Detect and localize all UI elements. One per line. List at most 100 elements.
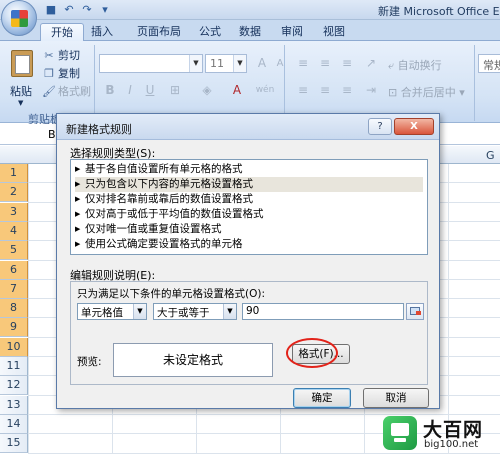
chevron-down-icon: ▼ xyxy=(189,55,202,72)
row-header[interactable]: 11 xyxy=(0,357,28,376)
row-header[interactable]: 6 xyxy=(0,260,28,280)
group-separator xyxy=(474,45,475,121)
tab-insert[interactable]: 插入 xyxy=(86,23,118,41)
paste-sheet-icon xyxy=(15,55,30,74)
borders-icon[interactable]: ⊞ xyxy=(164,81,186,100)
help-button[interactable]: ? xyxy=(368,118,392,135)
tab-home[interactable]: 开始 xyxy=(40,23,84,41)
close-button[interactable]: X xyxy=(394,118,434,135)
rule-type-text: 只为包含以下内容的单元格设置格式 xyxy=(85,178,253,190)
rule-type-text: 仅对高于或低于平均值的数值设置格式 xyxy=(85,208,264,220)
copy-button[interactable]: ❐ 复制 xyxy=(42,65,80,81)
wrap-text-label: 自动换行 xyxy=(397,59,442,72)
arrow-right-icon: ▶ xyxy=(75,180,81,188)
save-icon[interactable]: ■ xyxy=(44,3,58,17)
redo-icon[interactable]: ↷ xyxy=(80,3,94,17)
font-name-combo[interactable]: ▼ xyxy=(99,54,203,73)
dialog-title: 新建格式规则 xyxy=(66,123,132,136)
merge-icon: ⊡ xyxy=(388,86,398,99)
row-header[interactable]: 5 xyxy=(0,241,28,261)
rule-type-text: 仅对排名靠前或靠后的数值设置格式 xyxy=(85,193,253,205)
font-size-combo[interactable]: 11 ▼ xyxy=(205,54,247,73)
ok-button[interactable]: 确定 xyxy=(293,388,351,408)
align-right-icon[interactable]: ≡ xyxy=(336,81,358,100)
merge-center-button[interactable]: ⊡ 合并后居中 ▾ xyxy=(388,84,465,100)
row-header[interactable]: 13 xyxy=(0,395,28,415)
format-painter-button[interactable]: 🖌 格式刷 xyxy=(42,83,91,99)
rule-type-item[interactable]: ▶ 仅对唯一值或重复值设置格式 xyxy=(75,222,423,237)
fill-color-icon[interactable]: ◈ xyxy=(196,81,218,100)
highlight-circle xyxy=(286,338,338,368)
align-top-icon[interactable]: ≡ xyxy=(292,54,314,73)
copy-icon: ❐ xyxy=(44,67,54,80)
align-center-icon[interactable]: ≡ xyxy=(314,81,336,100)
bold-icon[interactable]: B xyxy=(99,81,121,100)
watermark-name: 大百网 xyxy=(423,419,484,441)
preview-box: 未设定格式 xyxy=(113,343,273,377)
row-header[interactable]: 10 xyxy=(0,337,28,357)
align-bottom-icon[interactable]: ≡ xyxy=(336,54,358,73)
undo-icon[interactable]: ↶ xyxy=(62,3,76,17)
orientation-icon[interactable]: ↗ xyxy=(360,54,382,73)
tab-formulas[interactable]: 公式 xyxy=(194,23,226,41)
quick-access-toolbar: ■ ↶ ↷ ▾ xyxy=(44,2,112,18)
cut-button[interactable]: ✂ 剪切 xyxy=(42,47,80,63)
cancel-button[interactable]: 取消 xyxy=(363,388,429,408)
rule-type-item[interactable]: ▶ 使用公式确定要设置格式的单元格 xyxy=(75,237,423,252)
customize-qat-icon[interactable]: ▾ xyxy=(98,3,112,17)
value-input[interactable]: 90 xyxy=(242,303,404,320)
paste-dropdown-icon[interactable]: ▼ xyxy=(18,99,23,107)
align-left-icon[interactable]: ≡ xyxy=(292,81,314,100)
wrap-text-button[interactable]: ⤶ 自动换行 xyxy=(388,57,442,73)
preview-label: 预览: xyxy=(77,356,102,368)
tab-review[interactable]: 审阅 xyxy=(276,23,308,41)
title-bar: ■ ↶ ↷ ▾ 新建 Microsoft Office Exce xyxy=(0,0,500,20)
dialog-title-bar[interactable]: 新建格式规则 ? X xyxy=(57,114,439,140)
range-select-button[interactable] xyxy=(406,303,424,320)
cell-value-text: 单元格值 xyxy=(81,307,123,319)
row-header[interactable]: 12 xyxy=(0,376,28,396)
tab-view[interactable]: 视图 xyxy=(318,23,350,41)
row-header[interactable]: 9 xyxy=(0,318,28,338)
cell-value-select[interactable]: 单元格值 ▼ xyxy=(77,303,147,320)
office-button[interactable] xyxy=(1,0,37,36)
row-header[interactable]: 2 xyxy=(0,183,28,203)
number-format-value: 常规 xyxy=(483,59,500,72)
paste-button[interactable] xyxy=(8,47,36,81)
row-header[interactable]: 1 xyxy=(0,164,28,183)
font-color-icon[interactable]: A xyxy=(226,81,248,100)
rule-type-item[interactable]: ▶ 基于各自值设置所有单元格的格式 xyxy=(75,162,423,177)
indent-icon[interactable]: ⇥ xyxy=(360,81,382,100)
italic-icon[interactable]: I xyxy=(119,81,141,100)
new-format-rule-dialog: 新建格式规则 ? X 选择规则类型(S): ▶ 基于各自值设置所有单元格的格式 ▶… xyxy=(56,113,440,409)
condition-label: 只为满足以下条件的单元格设置格式(O): xyxy=(77,288,265,300)
align-middle-icon[interactable]: ≡ xyxy=(314,54,336,73)
row-header[interactable]: 3 xyxy=(0,202,28,222)
tab-data[interactable]: 数据 xyxy=(234,23,266,41)
row-header[interactable]: 14 xyxy=(0,414,28,434)
rule-type-item-selected[interactable]: ▶ 只为包含以下内容的单元格设置格式 xyxy=(75,177,423,192)
scissors-icon: ✂ xyxy=(44,49,54,62)
number-format-combo[interactable]: 常规 xyxy=(478,54,500,73)
watermark-url: big100.net xyxy=(424,439,479,450)
operator-select[interactable]: 大于或等于 ▼ xyxy=(153,303,237,320)
rule-type-item[interactable]: ▶ 仅对排名靠前或靠后的数值设置格式 xyxy=(75,192,423,207)
row-header[interactable]: 4 xyxy=(0,221,28,241)
copy-label: 复制 xyxy=(58,67,80,80)
shrink-font-icon[interactable]: A xyxy=(269,54,291,73)
rule-type-item[interactable]: ▶ 仅对高于或低于平均值的数值设置格式 xyxy=(75,207,423,222)
window-title: 新建 Microsoft Office Exce xyxy=(378,5,500,18)
row-header[interactable]: 7 xyxy=(0,279,28,299)
phonetic-icon[interactable]: wén xyxy=(252,81,278,100)
tab-page-layout[interactable]: 页面布局 xyxy=(130,23,188,41)
group-separator xyxy=(284,45,285,121)
row-header[interactable]: 8 xyxy=(0,299,28,319)
underline-icon[interactable]: U xyxy=(139,81,161,100)
ribbon: 粘贴 ▼ ✂ 剪切 ❐ 复制 🖌 格式刷 剪贴板 ▼ 11 ▼ A A B I U ⊞… xyxy=(0,41,500,126)
merge-label: 合并后居中 xyxy=(400,86,456,99)
chevron-down-icon: ▼ xyxy=(223,304,236,319)
column-g-header[interactable]: G xyxy=(486,149,495,162)
rule-type-list[interactable]: ▶ 基于各自值设置所有单元格的格式 ▶ 只为包含以下内容的单元格设置格式 ▶ 仅对排名… xyxy=(70,159,428,255)
font-size-value: 11 xyxy=(210,57,224,70)
row-header[interactable]: 15 xyxy=(0,434,28,454)
